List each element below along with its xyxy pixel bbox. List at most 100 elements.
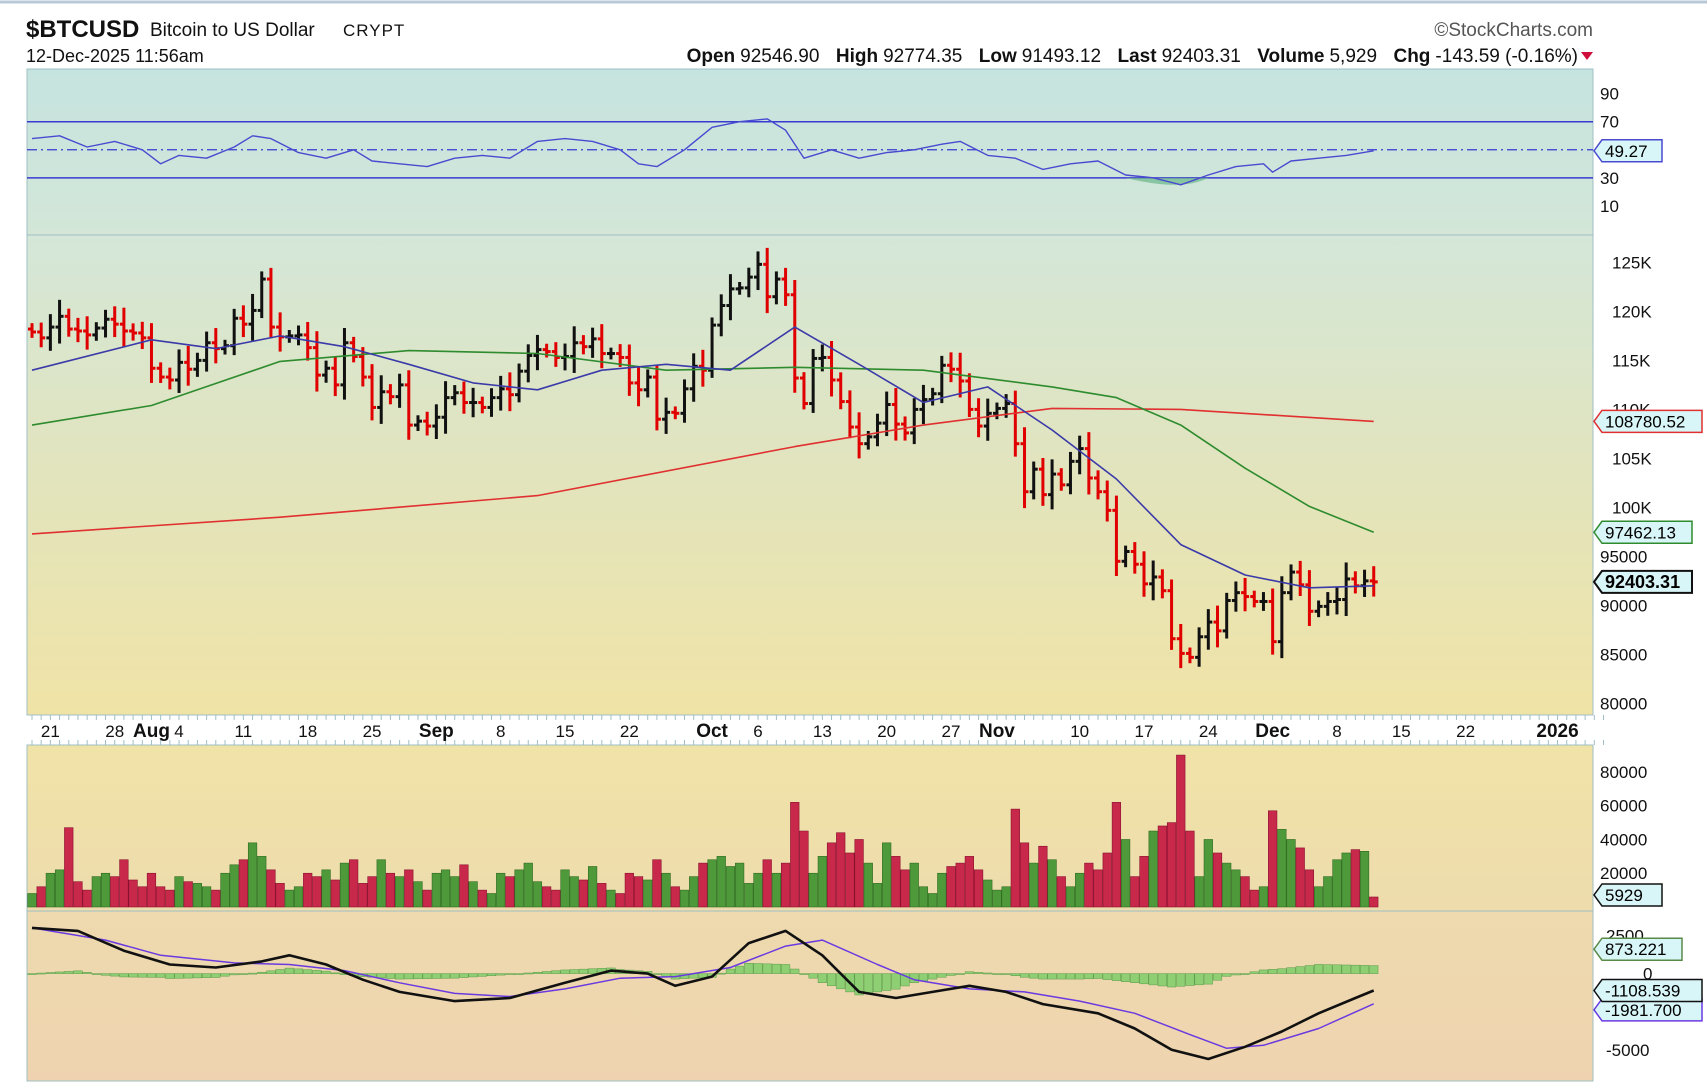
macd-histogram-bar — [532, 971, 543, 974]
volume-bar — [1010, 808, 1020, 908]
volume-bar — [808, 872, 818, 908]
volume-bar — [1130, 876, 1140, 908]
price-tick-label: 90000 — [1600, 596, 1647, 615]
value-tag-text: 873.221 — [1605, 940, 1666, 959]
price-tick-label: 115K — [1612, 351, 1651, 370]
volume-bar — [1019, 842, 1030, 908]
symbol: $BTCUSD — [26, 16, 139, 43]
volume-bar — [1185, 830, 1195, 908]
macd-histogram-bar — [983, 972, 993, 975]
macd-histogram-tag: 873.221 — [1593, 937, 1683, 961]
volume-bar — [928, 893, 938, 908]
macd-histogram-bar — [229, 973, 239, 976]
volume-bar — [652, 859, 662, 908]
macd-histogram-bar — [928, 973, 938, 980]
volume-bar — [826, 842, 837, 908]
volume-bar — [440, 869, 451, 908]
volume-tick-label: 80000 — [1600, 763, 1647, 782]
macd-histogram-bar — [137, 973, 147, 978]
volume-bar — [514, 869, 524, 908]
volume-bar — [523, 862, 533, 908]
date-label: 17 — [1135, 722, 1154, 741]
volume-bar — [891, 856, 901, 908]
macd-histogram-bar — [560, 969, 570, 974]
macd-histogram-bar — [1212, 973, 1223, 981]
macd-histogram-bar — [1176, 973, 1186, 987]
volume-bar — [1277, 829, 1287, 908]
volume-bar — [1286, 839, 1296, 908]
date-label: 8 — [1332, 722, 1341, 741]
volume-bar — [119, 859, 129, 908]
macd-histogram-bar — [55, 971, 65, 974]
volume-bar — [1249, 889, 1259, 908]
volume-bar — [964, 856, 974, 908]
volume-bar — [780, 862, 791, 908]
macd-histogram-bar — [762, 963, 772, 974]
volume-bar — [955, 862, 965, 908]
value-tag-text: -1981.700 — [1605, 1001, 1682, 1020]
date-label: 11 — [235, 722, 253, 741]
macd-histogram-bar — [459, 973, 469, 978]
macd-histogram-bar — [1167, 973, 1177, 988]
volume-bar — [790, 802, 800, 908]
volume-bar — [578, 879, 588, 908]
macd-histogram-bar — [1056, 973, 1066, 980]
volume-bar — [73, 881, 83, 908]
macd-histogram-bar — [110, 973, 120, 977]
volume-bar — [367, 876, 377, 908]
volume-bar — [872, 883, 883, 908]
macd-histogram-bar — [330, 972, 340, 975]
macd-histogram-bar — [735, 965, 745, 974]
volume-bar — [1332, 859, 1342, 908]
value-tag-text: 5929 — [1605, 886, 1643, 905]
date-label: Aug — [133, 721, 170, 742]
macd-histogram-bar — [725, 968, 735, 974]
volume-bar — [468, 881, 478, 908]
macd-histogram-bar — [1222, 973, 1232, 977]
macd-histogram-bar — [505, 973, 515, 975]
macd-histogram-bar — [1304, 965, 1314, 974]
volume-bar — [110, 876, 120, 908]
volume-bar — [174, 876, 184, 908]
macd-histogram-bar — [496, 973, 506, 976]
macd-histogram-bar — [542, 971, 552, 974]
macd-histogram-bar — [275, 969, 285, 974]
date-label: 10 — [1070, 722, 1089, 741]
date-label: Sep — [419, 721, 454, 742]
macd-histogram-bar — [1029, 973, 1039, 979]
volume-bar — [220, 872, 230, 908]
macd-histogram-bar — [964, 971, 974, 974]
price-tick-label: 85000 — [1600, 645, 1647, 664]
macd-histogram-bar — [1323, 964, 1333, 974]
macd-histogram-bar — [1075, 973, 1085, 980]
macd-histogram-bar — [955, 973, 965, 975]
date-label: 22 — [1456, 722, 1475, 741]
volume-bar — [836, 832, 846, 908]
date-axis: 21 28 Aug 4 11 18 25 Sep 8 15 22 Oct 6 13 20 27 Nov 10 17 2… — [31, 715, 1604, 745]
macd-histogram-bar — [422, 973, 432, 979]
volume-bar — [587, 866, 598, 908]
macd-histogram-bar — [652, 973, 662, 975]
macd-histogram-bar — [1350, 964, 1360, 974]
macd-histogram-bar — [1295, 966, 1305, 974]
macd-histogram-bar — [450, 973, 460, 979]
macd-histogram-bar — [183, 973, 193, 979]
date-label: 20 — [877, 722, 896, 741]
macd-histogram-bar — [744, 962, 754, 974]
macd-histogram-bar — [174, 973, 184, 979]
price-tick-label: 105K — [1612, 449, 1652, 468]
macd-histogram-bar — [1249, 971, 1259, 974]
macd-histogram-bar — [1185, 973, 1195, 986]
volume-bar — [1203, 839, 1213, 908]
volume-bar — [27, 893, 37, 908]
macd-histogram-bar — [1130, 973, 1140, 983]
macd-histogram-bar — [817, 973, 827, 983]
volume-bar — [744, 883, 754, 908]
volume-bar — [91, 876, 101, 908]
volume-bar — [1295, 847, 1305, 908]
volume-bar — [689, 876, 699, 908]
macd-histogram-bar — [1001, 973, 1011, 975]
macd-histogram-bar — [946, 973, 956, 976]
volume-bar — [707, 859, 717, 908]
volume-bar — [542, 886, 552, 908]
